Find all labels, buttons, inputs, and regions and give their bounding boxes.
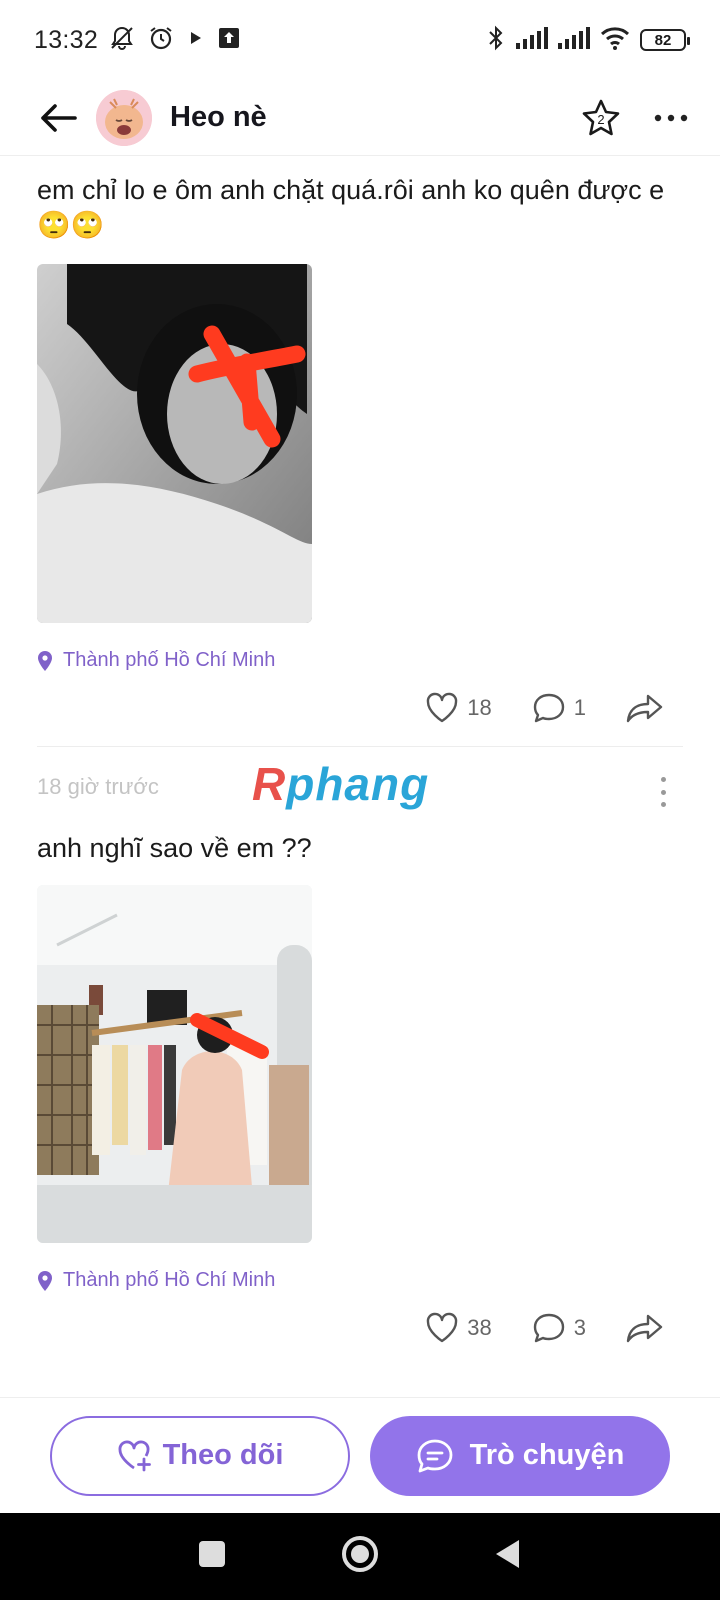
post-actions: 38 3: [425, 1312, 664, 1344]
heart-icon: [427, 1312, 458, 1343]
play-icon: [186, 28, 206, 53]
location-text: Thành phố Hồ Chí Minh: [63, 649, 276, 671]
recent-apps-button[interactable]: [197, 1539, 227, 1574]
location-pin-icon: [38, 1270, 52, 1291]
comment-bubble-icon: [533, 693, 564, 723]
status-time: 13:32: [34, 25, 99, 54]
back-nav-button[interactable]: [493, 1538, 523, 1575]
post-feed[interactable]: em chỉ lo e ôm anh chặt quá.rôi anh ko q…: [0, 157, 720, 1397]
comment-count: 3: [573, 1315, 586, 1340]
comment-button[interactable]: 3: [532, 1312, 586, 1344]
profile-header: Heo nè 2: [0, 80, 720, 156]
home-button[interactable]: [340, 1534, 380, 1579]
location-tag[interactable]: Thành phố Hồ Chí Minh: [37, 649, 275, 672]
photo-clothing-shop: [37, 885, 312, 1243]
share-arrow-icon: [626, 694, 663, 723]
more-options-button[interactable]: [648, 95, 694, 141]
more-horizontal-icon: [654, 114, 688, 121]
post-text: anh nghĩ sao về em ??: [37, 833, 312, 863]
post-photo[interactable]: [37, 885, 312, 1243]
pig-avatar-icon: [96, 89, 152, 146]
square-icon: [198, 1541, 225, 1567]
post-actions: 18 1: [425, 692, 664, 724]
comment-count: 1: [573, 695, 586, 720]
triangle-back-icon: [496, 1540, 520, 1568]
star-icon: 2: [582, 99, 620, 135]
post-photo[interactable]: [37, 264, 312, 623]
wifi-icon: [600, 26, 630, 55]
home-circle-icon: [341, 1536, 378, 1572]
watermark-first-letter: R: [252, 758, 287, 810]
upload-icon: [218, 27, 240, 54]
signal-icon: [516, 26, 548, 54]
chat-bubble-icon: [417, 1439, 453, 1472]
back-arrow-icon: [41, 103, 77, 132]
location-pin-icon: [38, 650, 52, 671]
status-right-icons: 82: [486, 25, 690, 56]
share-button[interactable]: [626, 693, 664, 723]
chat-label: Trò chuyện: [469, 1439, 625, 1471]
star-count: 2: [597, 112, 604, 127]
post-timestamp: 18 giờ trước: [37, 774, 159, 799]
location-text: Thành phố Hồ Chí Minh: [63, 1269, 276, 1291]
heart-plus-icon: [118, 1440, 151, 1471]
page-title: Heo nè: [170, 101, 267, 133]
post-card: 18 giờ trước Rphang anh nghĩ sao về em ?…: [0, 757, 720, 1387]
share-button[interactable]: [626, 1313, 664, 1343]
favorite-button[interactable]: 2: [578, 95, 624, 141]
signal-icon-2: [558, 26, 590, 54]
share-arrow-icon: [626, 1314, 663, 1343]
bluetooth-icon: [486, 25, 506, 56]
like-count: 18: [467, 695, 492, 720]
watermark-rest: phang: [286, 758, 430, 810]
battery-indicator: 82: [640, 29, 690, 51]
photo-grayscale-portrait: [37, 264, 312, 623]
status-left-icons: [108, 24, 240, 57]
system-nav-bar: [0, 1513, 720, 1600]
avatar[interactable]: [96, 89, 152, 146]
alarm-icon: [148, 25, 174, 56]
post-text: em chỉ lo e ôm anh chặt quá.rôi anh ko q…: [37, 175, 665, 240]
bottom-action-bar: Theo dõi Trò chuyện: [0, 1398, 720, 1513]
comment-bubble-icon: [533, 1313, 564, 1343]
chat-button[interactable]: Trò chuyện: [370, 1415, 670, 1496]
like-button[interactable]: 38: [425, 1312, 492, 1344]
post-more-button[interactable]: [658, 777, 668, 807]
like-count: 38: [467, 1315, 492, 1340]
comment-button[interactable]: 1: [532, 692, 586, 724]
follow-label: Theo dõi: [162, 1439, 284, 1471]
location-tag[interactable]: Thành phố Hồ Chí Minh: [37, 1269, 275, 1292]
follow-button[interactable]: Theo dõi: [50, 1415, 350, 1496]
post-divider: [37, 746, 683, 747]
status-bar: 13:32 82: [0, 0, 720, 80]
heart-icon: [427, 692, 458, 723]
back-button[interactable]: [36, 96, 80, 140]
mute-bell-icon: [108, 24, 136, 57]
post-card: em chỉ lo e ôm anh chặt quá.rôi anh ko q…: [0, 157, 720, 747]
like-button[interactable]: 18: [425, 692, 492, 724]
watermark-logo: Rphang: [252, 757, 429, 811]
